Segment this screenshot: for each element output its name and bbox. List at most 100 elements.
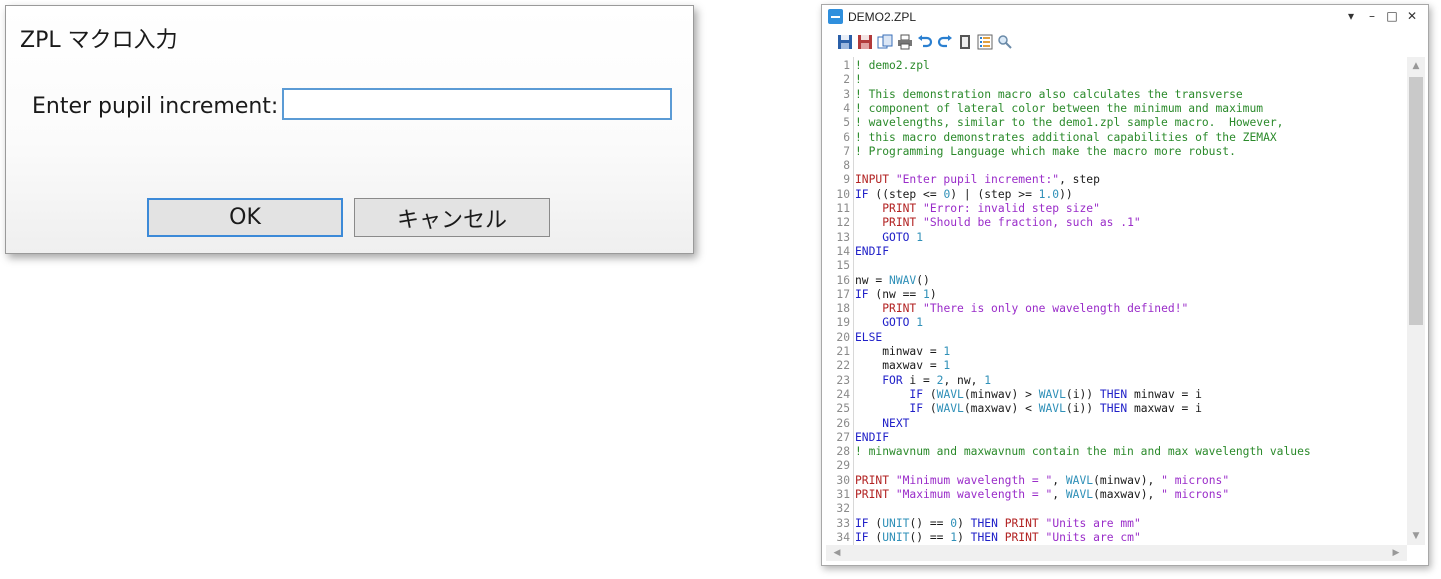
line-number: 28 [836, 445, 850, 459]
code-text: ! component of lateral color between the… [855, 102, 1263, 116]
line-number: 15 [836, 259, 850, 273]
print-icon[interactable] [896, 33, 913, 50]
code-token: ) | (step >= [950, 187, 1039, 201]
scroll-left-arrow-icon[interactable]: ◀ [828, 546, 846, 560]
code-editor[interactable]: 1! demo2.zpl 2! 3! This demonstration macr… [826, 57, 1408, 545]
line-number: 29 [836, 459, 850, 473]
code-token: IF [909, 402, 924, 416]
code-token: ! wavelengths, similar to the demo1.zpl … [855, 116, 1284, 130]
code-token: , [1052, 473, 1066, 487]
scroll-down-arrow-icon[interactable]: ▼ [1407, 529, 1425, 543]
code-token: THEN [970, 530, 998, 544]
copy-icon[interactable] [876, 33, 893, 50]
cancel-button[interactable]: キャンセル [354, 198, 550, 237]
code-token: () == [909, 516, 951, 530]
scroll-right-arrow-icon[interactable]: ▶ [1387, 546, 1405, 560]
code-line: 21 minwav = 1 [826, 345, 1406, 359]
code-line: 32 [826, 502, 1406, 516]
code-text: GOTO 1 [855, 231, 923, 245]
code-line: 17 IF (nw == 1) [826, 288, 1406, 302]
code-line: 1 ! demo2.zpl [826, 59, 1406, 73]
code-token: PRINT [855, 473, 890, 487]
code-token: minwav = i [1127, 387, 1202, 401]
code-token: 1 [943, 359, 951, 373]
code-token: ! minwavnum and maxwavnum contain the mi… [855, 445, 1311, 459]
code-token: , nw, [943, 373, 985, 387]
code-token: ELSE [855, 330, 883, 344]
code-text: FOR i = 2, nw, 1 [855, 374, 991, 388]
code-text: NEXT [855, 417, 909, 431]
redo-icon[interactable] [936, 33, 953, 50]
horizontal-scrollbar[interactable]: ◀ ▶ [826, 545, 1407, 561]
code-token: GOTO [882, 316, 910, 330]
code-token: ! demo2.zpl [855, 59, 930, 72]
code-token: 1 [916, 316, 924, 330]
save-all-icon[interactable] [856, 33, 873, 50]
code-token: (minwav) > [963, 387, 1039, 401]
code-text: PRINT "Error: invalid step size" [855, 202, 1100, 216]
line-number: 12 [836, 216, 850, 230]
ok-button[interactable]: OK [147, 198, 343, 237]
list-icon[interactable] [976, 33, 993, 50]
code-token: maxwav = i [1127, 402, 1202, 416]
code-token: " microns" [1161, 473, 1230, 487]
code-text: PRINT "Maximum wavelength = ", WAVL(maxw… [855, 488, 1229, 502]
line-number: 6 [843, 130, 850, 144]
code-token: IF [855, 287, 869, 301]
vertical-scrollbar[interactable]: ▲ ▼ [1407, 57, 1425, 545]
code-token: PRINT [882, 202, 917, 215]
code-token: WAVL [936, 387, 964, 401]
undo-icon[interactable] [916, 33, 933, 50]
line-number: 20 [836, 330, 850, 344]
line-number: 22 [836, 359, 850, 373]
code-token: i = [902, 373, 937, 387]
code-token: , [1052, 488, 1066, 501]
code-token: "Maximum wavelength = " [895, 488, 1053, 501]
code-text: ! demo2.zpl [855, 59, 930, 73]
code-token: ! this macro demonstrates additional cap… [855, 130, 1277, 144]
line-number: 27 [836, 430, 850, 444]
maximize-button[interactable]: □ [1383, 7, 1401, 25]
code-line: 9 INPUT "Enter pupil increment:", step [826, 173, 1406, 187]
code-token: ) [957, 530, 971, 544]
code-line: 23 FOR i = 2, nw, 1 [826, 374, 1406, 388]
line-number: 11 [836, 202, 850, 215]
code-line: 6 ! this macro demonstrates additional ca… [826, 131, 1406, 145]
code-line: 26 NEXT [826, 417, 1406, 431]
line-number: 16 [836, 273, 850, 287]
code-token: nw = [855, 273, 890, 287]
code-line: 27 ENDIF [826, 431, 1406, 445]
find-icon[interactable] [996, 33, 1013, 50]
minimize-button[interactable]: – [1363, 7, 1381, 25]
code-text: maxwav = 1 [855, 359, 950, 373]
code-token: THEN [970, 516, 998, 530]
code-line: 4 ! component of lateral color between th… [826, 102, 1406, 116]
code-line: 33 IF (UNIT() == 0) THEN PRINT "Units are… [826, 517, 1406, 531]
close-button[interactable]: ✕ [1403, 7, 1421, 25]
save-icon[interactable] [836, 33, 853, 50]
code-text: PRINT "Minimum wavelength = ", WAVL(minw… [855, 474, 1229, 488]
line-number: 18 [836, 302, 850, 316]
dropdown-icon[interactable]: ▾ [1342, 7, 1360, 25]
vertical-scroll-thumb[interactable] [1409, 77, 1423, 325]
code-token: (i)) [1065, 402, 1100, 416]
pupil-increment-input[interactable] [282, 88, 672, 120]
code-token: ENDIF [855, 430, 890, 444]
code-text: IF (UNIT() == 1) THEN PRINT "Units are c… [855, 531, 1141, 545]
scroll-up-arrow-icon[interactable]: ▲ [1407, 59, 1425, 73]
code-line: 19 GOTO 1 [826, 316, 1406, 330]
code-token: WAVL [1065, 473, 1094, 487]
code-text: ! wavelengths, similar to the demo1.zpl … [855, 116, 1283, 130]
code-token: 1 [984, 373, 992, 387]
code-token: ! This demonstration macro also calculat… [855, 87, 1243, 101]
line-number: 25 [836, 402, 850, 416]
line-number: 34 [836, 530, 850, 544]
line-number: 7 [843, 144, 850, 158]
code-token: PRINT [1004, 516, 1039, 530]
page-icon[interactable] [956, 33, 973, 50]
